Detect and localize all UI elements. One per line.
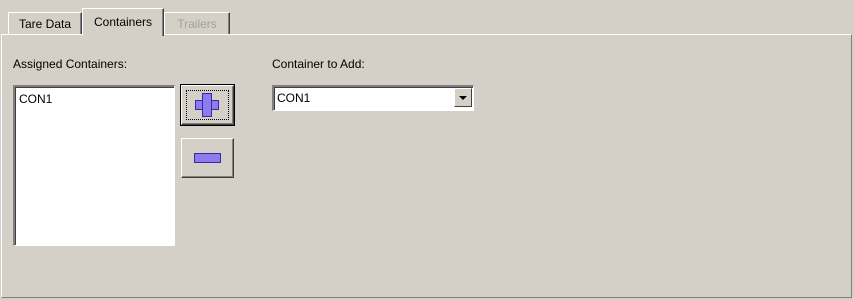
minus-icon xyxy=(194,153,221,163)
tab-trailers: Trailers xyxy=(164,12,230,34)
assigned-containers-label: Assigned Containers: xyxy=(13,57,128,71)
add-container-button[interactable] xyxy=(180,84,235,126)
assigned-containers-list[interactable]: CON1 xyxy=(13,85,175,246)
dropdown-arrow-button[interactable] xyxy=(454,88,472,107)
container-to-add-dropdown[interactable]: CON1 xyxy=(272,85,474,111)
list-item[interactable]: CON1 xyxy=(15,87,174,106)
container-to-add-label: Container to Add: xyxy=(272,57,365,71)
chevron-down-icon xyxy=(459,96,467,100)
remove-container-button[interactable] xyxy=(181,138,234,178)
tab-containers[interactable]: Containers xyxy=(82,8,164,36)
tab-tare-data[interactable]: Tare Data xyxy=(8,12,82,34)
dropdown-selected-value: CON1 xyxy=(277,91,311,105)
containers-panel: Assigned Containers: Container to Add: C… xyxy=(1,34,852,298)
